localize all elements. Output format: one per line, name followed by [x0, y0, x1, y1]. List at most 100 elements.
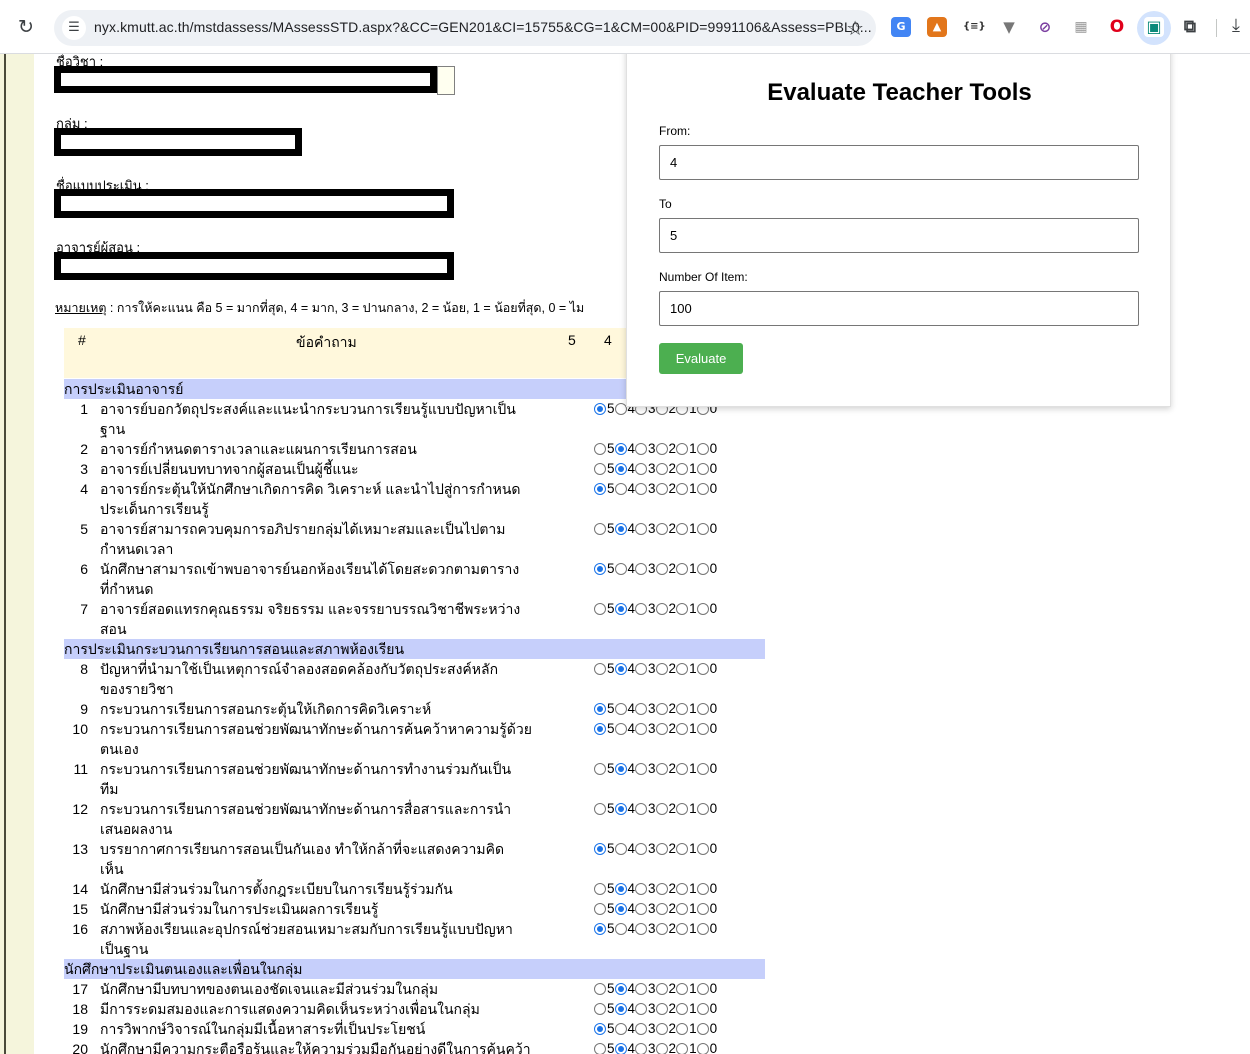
score-radio[interactable]: [696, 763, 709, 775]
score-radio[interactable]: [635, 563, 648, 575]
score-radio[interactable]: [696, 443, 709, 455]
score-radio[interactable]: [676, 603, 689, 615]
score-radio[interactable]: [676, 1003, 689, 1015]
score-radio[interactable]: [594, 443, 606, 455]
score-radio[interactable]: [594, 483, 606, 495]
score-radio[interactable]: [635, 663, 648, 675]
score-radio[interactable]: [655, 463, 668, 475]
score-radio[interactable]: [676, 763, 689, 775]
download-icon[interactable]: ⤓: [1232, 15, 1240, 36]
score-radio[interactable]: [594, 663, 606, 675]
score-radio[interactable]: [696, 523, 709, 535]
score-radio[interactable]: [696, 603, 709, 615]
url-text[interactable]: nyx.kmutt.ac.th/mstdassess/MAssessSTD.as…: [94, 19, 872, 35]
score-radio[interactable]: [696, 663, 709, 675]
score-radio[interactable]: [696, 563, 709, 575]
score-radio[interactable]: [696, 883, 709, 895]
score-radio[interactable]: [655, 663, 668, 675]
google-translate-icon[interactable]: G: [891, 17, 911, 37]
score-radio[interactable]: [696, 463, 709, 475]
score-radio[interactable]: [594, 523, 606, 535]
score-radio[interactable]: [635, 723, 648, 735]
score-radio[interactable]: [696, 703, 709, 715]
score-radio[interactable]: [594, 1023, 606, 1035]
score-radio[interactable]: [594, 403, 606, 415]
score-radio[interactable]: [635, 1003, 648, 1015]
to-input[interactable]: [659, 218, 1139, 253]
score-radio[interactable]: [655, 983, 668, 995]
score-radio[interactable]: [655, 483, 668, 495]
score-radio[interactable]: [696, 803, 709, 815]
score-radio[interactable]: [614, 983, 627, 995]
extensions-puzzle-icon[interactable]: ⧉: [1180, 17, 1200, 37]
score-radio[interactable]: [676, 843, 689, 855]
score-radio[interactable]: [655, 703, 668, 715]
score-radio[interactable]: [676, 463, 689, 475]
score-radio[interactable]: [614, 443, 627, 455]
score-radio[interactable]: [655, 883, 668, 895]
score-radio[interactable]: [676, 703, 689, 715]
score-radio[interactable]: [655, 523, 668, 535]
score-radio[interactable]: [655, 443, 668, 455]
score-radio[interactable]: [635, 983, 648, 995]
score-radio[interactable]: [635, 923, 648, 935]
score-radio[interactable]: [635, 603, 648, 615]
score-radio[interactable]: [614, 843, 627, 855]
address-bar[interactable]: ☰ nyx.kmutt.ac.th/mstdassess/MAssessSTD.…: [54, 10, 876, 46]
score-radio[interactable]: [614, 703, 627, 715]
score-radio[interactable]: [614, 923, 627, 935]
opera-icon[interactable]: O: [1107, 17, 1127, 37]
score-radio[interactable]: [655, 603, 668, 615]
score-radio[interactable]: [696, 923, 709, 935]
score-radio[interactable]: [676, 443, 689, 455]
score-radio[interactable]: [696, 843, 709, 855]
score-radio[interactable]: [614, 483, 627, 495]
score-radio[interactable]: [635, 1043, 648, 1054]
score-radio[interactable]: [614, 403, 627, 415]
score-radio[interactable]: [676, 803, 689, 815]
score-radio[interactable]: [696, 1003, 709, 1015]
score-radio[interactable]: [655, 563, 668, 575]
score-radio[interactable]: [676, 903, 689, 915]
score-radio[interactable]: [614, 723, 627, 735]
score-radio[interactable]: [676, 983, 689, 995]
metamask-icon[interactable]: ▲: [927, 17, 947, 37]
score-radio[interactable]: [676, 1023, 689, 1035]
score-radio[interactable]: [635, 1023, 648, 1035]
score-radio[interactable]: [635, 443, 648, 455]
count-input[interactable]: [659, 291, 1139, 326]
score-radio[interactable]: [614, 463, 627, 475]
score-radio[interactable]: [635, 903, 648, 915]
score-radio[interactable]: [655, 803, 668, 815]
score-radio[interactable]: [594, 1043, 606, 1054]
reload-icon[interactable]: ↻: [14, 15, 38, 39]
score-radio[interactable]: [676, 483, 689, 495]
score-radio[interactable]: [655, 1003, 668, 1015]
score-radio[interactable]: [676, 563, 689, 575]
score-radio[interactable]: [635, 523, 648, 535]
from-input[interactable]: [659, 145, 1139, 180]
score-radio[interactable]: [614, 1023, 627, 1035]
score-radio[interactable]: [655, 1043, 668, 1054]
score-radio[interactable]: [594, 983, 606, 995]
score-radio[interactable]: [655, 1023, 668, 1035]
score-radio[interactable]: [676, 1043, 689, 1054]
score-radio[interactable]: [696, 1043, 709, 1054]
score-radio[interactable]: [655, 723, 668, 735]
score-radio[interactable]: [614, 803, 627, 815]
score-radio[interactable]: [594, 1003, 606, 1015]
evaluate-extension-icon[interactable]: ▣: [1144, 17, 1164, 37]
score-radio[interactable]: [614, 763, 627, 775]
json-braces-icon[interactable]: {≡}: [963, 17, 986, 37]
score-radio[interactable]: [594, 843, 606, 855]
score-radio[interactable]: [655, 923, 668, 935]
score-radio[interactable]: [696, 1023, 709, 1035]
score-radio[interactable]: [614, 883, 627, 895]
score-radio[interactable]: [635, 763, 648, 775]
score-radio[interactable]: [594, 923, 606, 935]
score-radio[interactable]: [696, 723, 709, 735]
score-radio[interactable]: [594, 703, 606, 715]
score-radio[interactable]: [696, 483, 709, 495]
score-radio[interactable]: [594, 603, 606, 615]
score-radio[interactable]: [676, 663, 689, 675]
